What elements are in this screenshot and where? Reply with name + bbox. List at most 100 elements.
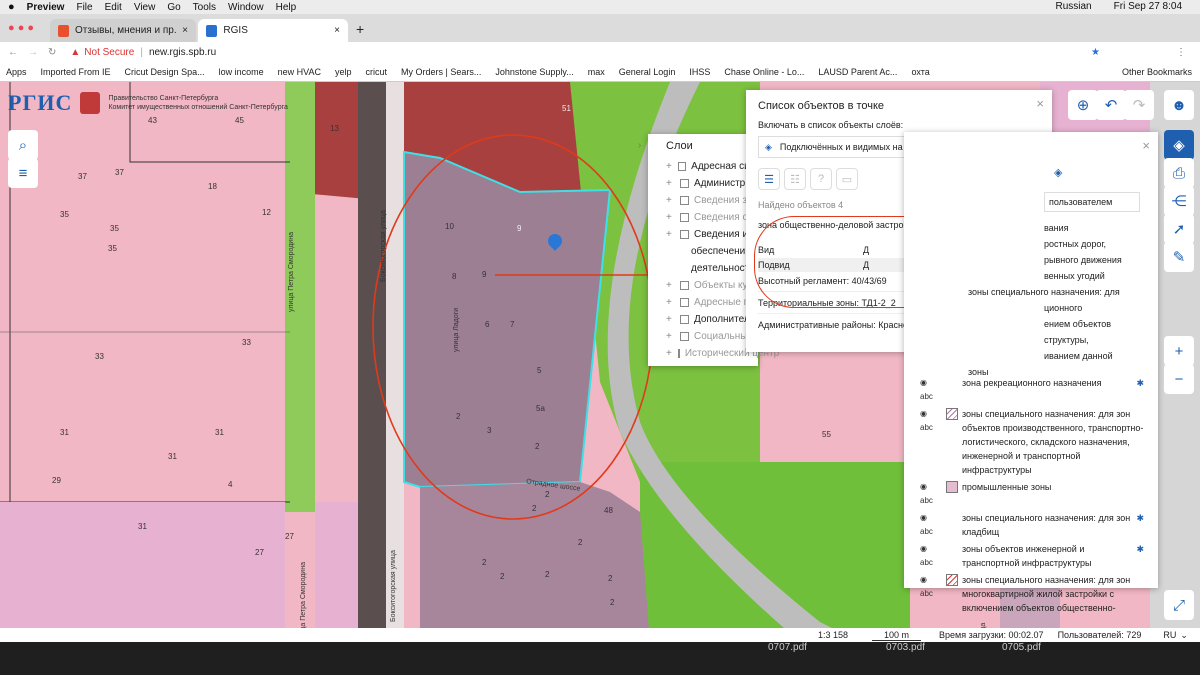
select-button[interactable]: ➚ (1164, 214, 1194, 244)
eye-icon[interactable]: ◉ abc (920, 376, 942, 404)
bookmark-item[interactable]: Chase Online - Lo... (724, 67, 804, 77)
document-icon[interactable]: ▭ (836, 168, 858, 190)
desktop-file[interactable]: 0707.pdf (768, 642, 807, 653)
menu-go[interactable]: Go (167, 2, 180, 13)
close-icon[interactable]: × (1142, 138, 1150, 153)
tab-rgis[interactable]: RGIS × (198, 19, 348, 42)
zoom-out-button[interactable]: − (1164, 364, 1194, 394)
menu-file[interactable]: File (76, 2, 92, 13)
bookmark-item[interactable]: LAUSD Parent Ac... (818, 67, 897, 77)
checkbox[interactable] (680, 213, 689, 222)
list-view-icon[interactable]: ☰ (758, 168, 780, 190)
apple-icon[interactable]: ● (8, 1, 15, 13)
url-field[interactable]: new.rgis.spb.ru (149, 47, 216, 58)
bookmark-item[interactable]: IHSS (689, 67, 710, 77)
bookmark-star-icon[interactable]: ★ (1091, 47, 1100, 58)
bookmark-item[interactable]: Johnstone Supply... (495, 67, 573, 77)
menu-view[interactable]: View (134, 2, 156, 13)
checkbox[interactable] (680, 230, 689, 239)
undo-button[interactable]: ↶ (1096, 90, 1126, 120)
legend-row: ◉ abc зоны специального назначения: для з… (920, 407, 1144, 477)
measure-button[interactable]: ✎ (1164, 242, 1194, 272)
fullscreen-button[interactable]: ⤢ (1164, 590, 1194, 620)
layer-row[interactable]: + Адресная си... (666, 158, 758, 175)
bookmark-item[interactable]: My Orders | Sears... (401, 67, 481, 77)
query-icon[interactable]: ? (810, 168, 832, 190)
bookmark-item[interactable]: new HVAC (278, 67, 321, 77)
bookmark-item[interactable]: General Login (619, 67, 676, 77)
gear-icon[interactable]: ✱ (1136, 376, 1144, 404)
menu-tools[interactable]: Tools (193, 2, 216, 13)
tab-otzyvy[interactable]: Отзывы, мнения и пр. о ЖК «... × (50, 19, 196, 42)
layer-row[interactable]: + Исторический центр (666, 345, 779, 362)
checkbox[interactable] (680, 196, 689, 205)
bookmark-item[interactable]: охта (911, 67, 929, 77)
print-button[interactable]: ⎙ (1164, 158, 1194, 188)
user-button[interactable]: ☻ (1164, 90, 1194, 120)
map-canvas[interactable]: 43 45 51 13 37 37 35 18 35 12 35 33 33 3… (0, 82, 1200, 642)
layer-row[interactable]: + Объекты ку... (666, 277, 758, 294)
menu-edit[interactable]: Edit (105, 2, 122, 13)
bookmark-item[interactable]: Cricut Design Spa... (125, 67, 205, 77)
back-icon[interactable]: ← (8, 47, 18, 58)
checkbox[interactable] (677, 349, 680, 358)
window-controls-icon[interactable]: ● ● ● (8, 22, 34, 34)
other-bookmarks[interactable]: Other Bookmarks (1122, 67, 1192, 77)
desktop-file[interactable]: 0705.pdf (1002, 642, 1041, 653)
layer-row[interactable]: + Администр... (666, 175, 758, 192)
eye-icon[interactable]: ◉ abc (920, 480, 942, 508)
layer-row[interactable]: + Сведения о... (666, 209, 758, 226)
globe-button[interactable]: ⊕ (1068, 90, 1098, 120)
bookmark-item[interactable]: low income (219, 67, 264, 77)
list-add-icon[interactable]: ☷ (784, 168, 806, 190)
language-selector[interactable]: RU (1163, 630, 1176, 640)
app-menu[interactable]: Preview (27, 2, 65, 13)
checkbox[interactable] (678, 162, 687, 171)
close-icon[interactable]: × (1036, 96, 1044, 111)
gear-icon[interactable]: ✱ (1136, 542, 1144, 570)
collapse-arrow-icon[interactable]: › (638, 140, 641, 151)
eye-icon[interactable]: ◉ abc (920, 407, 942, 477)
layer-row[interactable]: + Сведения и... (666, 226, 758, 243)
checkbox[interactable] (680, 332, 689, 341)
rgis-logo[interactable]: РГИС Правительство Санкт-Петербурга Коми… (8, 90, 288, 116)
checkbox[interactable] (680, 281, 689, 290)
bookmark-item[interactable]: max (588, 67, 605, 77)
layer-row[interactable]: + Социальны... (666, 328, 758, 345)
chevron-down-icon[interactable]: ⌄ (1180, 630, 1188, 641)
search-button[interactable]: ⌕ (8, 130, 38, 160)
user-select[interactable]: пользователем (1044, 192, 1140, 212)
share-button[interactable]: ⋲ (1164, 186, 1194, 216)
checkbox[interactable] (680, 298, 689, 307)
layers-button[interactable]: ◈ (1164, 130, 1194, 160)
checkbox[interactable] (680, 179, 689, 188)
menu-button[interactable]: ≡ (8, 158, 38, 188)
eye-icon[interactable]: ◉ abc (920, 511, 942, 539)
menu-window[interactable]: Window (228, 2, 264, 13)
checkbox[interactable] (679, 315, 689, 324)
new-tab-icon[interactable]: + (356, 21, 364, 37)
close-icon[interactable]: × (334, 25, 340, 36)
layer-row[interactable]: + Сведения з... (666, 192, 758, 209)
browser-menu-icon[interactable]: ⋮ (1176, 47, 1186, 58)
bookmark-item[interactable]: yelp (335, 67, 352, 77)
not-secure-label[interactable]: Not Secure (84, 47, 134, 58)
zoom-in-button[interactable]: + (1164, 336, 1194, 366)
legend-text: зоны специального назначения: для (968, 287, 1120, 297)
input-language[interactable]: Russian (1055, 1, 1091, 12)
clock[interactable]: Fri Sep 27 8:04 (1114, 1, 1182, 12)
layer-row[interactable]: + Адресные п... (666, 294, 758, 311)
bookmark-item[interactable]: cricut (366, 67, 388, 77)
redo-button[interactable]: ↷ (1124, 90, 1154, 120)
gear-icon[interactable]: ✱ (1136, 511, 1144, 539)
eye-icon[interactable]: ◉ abc (920, 573, 942, 615)
bookmark-item[interactable]: Apps (6, 67, 27, 77)
eye-icon[interactable]: ◉ abc (920, 542, 942, 570)
menu-help[interactable]: Help (276, 2, 297, 13)
forward-icon[interactable]: → (28, 47, 38, 58)
reload-icon[interactable]: ↻ (48, 47, 56, 58)
close-icon[interactable]: × (182, 25, 188, 36)
desktop-file[interactable]: 0703.pdf (886, 642, 925, 653)
bookmark-item[interactable]: Imported From IE (41, 67, 111, 77)
layer-row[interactable]: + Дополнител... (666, 311, 758, 328)
